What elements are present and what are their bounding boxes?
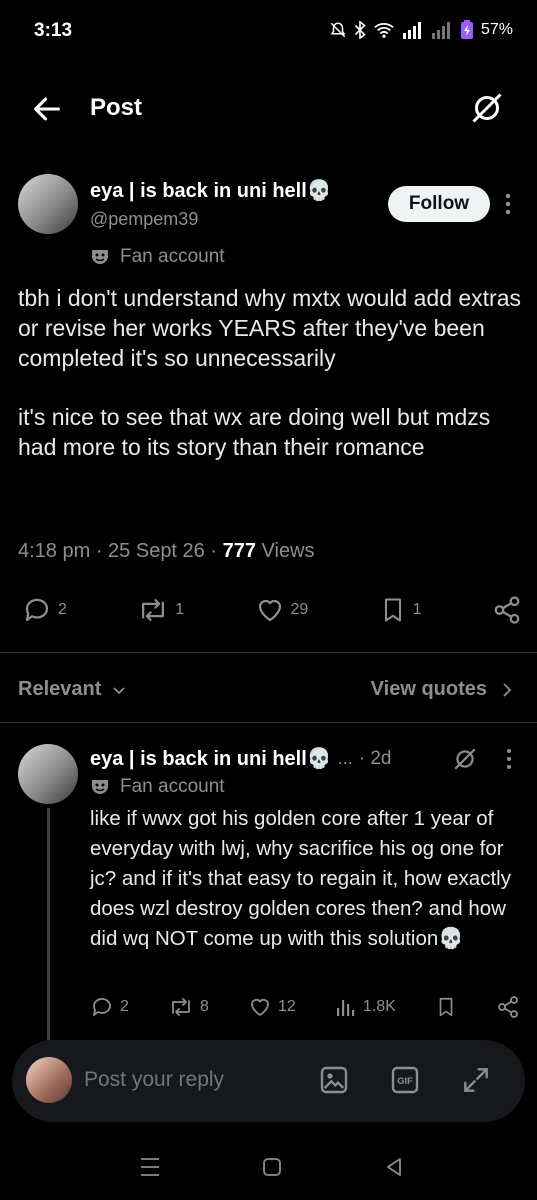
add-gif-button[interactable]: GIF — [389, 1064, 421, 1096]
reply-views-count: 1.8K — [362, 998, 396, 1015]
status-icons: 57% — [329, 20, 513, 40]
reply-like-count: 12 — [278, 998, 296, 1015]
more-icon — [505, 193, 511, 215]
reply-like-button[interactable]: 12 — [248, 995, 296, 1019]
wifi-icon — [374, 23, 394, 38]
reply-actions: 2 8 12 1.8K — [90, 994, 520, 1020]
fan-account-text: Fan account — [120, 246, 225, 267]
thread-line — [47, 808, 50, 1048]
fan-account-label: Fan account — [90, 246, 225, 268]
reply-count: 2 — [58, 601, 67, 618]
reply-fan-account-label: Fan account — [90, 776, 225, 798]
share-icon — [494, 596, 520, 624]
reply-share-button[interactable] — [496, 995, 520, 1019]
like-icon — [251, 998, 269, 1016]
like-count: 29 — [290, 601, 309, 618]
reply-repost-count: 8 — [200, 998, 209, 1015]
grok-button[interactable] — [469, 90, 505, 126]
reply-fan-account-text: Fan account — [120, 776, 225, 797]
nav-back-button[interactable] — [384, 1156, 404, 1178]
reply-time: · 2d — [358, 747, 392, 769]
reply-author-avatar[interactable] — [18, 744, 78, 804]
expand-icon — [464, 1068, 488, 1092]
chevron-down-icon — [113, 686, 126, 694]
divider — [0, 722, 537, 723]
chevron-right-icon — [503, 682, 512, 697]
reply-more-button[interactable] — [502, 746, 516, 772]
reply-button[interactable]: 2 — [22, 595, 67, 625]
bookmark-icon — [384, 598, 401, 622]
svg-text:GIF: GIF — [397, 1076, 413, 1086]
reply-icon — [93, 998, 111, 1016]
like-icon — [258, 599, 281, 622]
back-arrow-icon — [34, 97, 60, 121]
home-icon — [263, 1158, 281, 1176]
more-options-button[interactable] — [500, 190, 516, 218]
post-text: tbh i don't understand why mxtx would ad… — [18, 285, 522, 460]
post-time: 4:18 pm — [18, 540, 91, 562]
reply-icon — [25, 598, 49, 622]
reply-grok-button[interactable] — [452, 746, 478, 772]
repost-icon — [172, 998, 190, 1016]
share-button[interactable] — [492, 595, 522, 625]
relevant-label: Relevant — [18, 678, 102, 700]
reply-author-name[interactable]: eya | is back in uni hell💀 — [90, 746, 332, 771]
nav-recents-button[interactable] — [138, 1156, 162, 1178]
author-name[interactable]: eya | is back in uni hell💀 — [90, 178, 332, 203]
sort-relevant-button[interactable]: Relevant — [18, 678, 127, 701]
fan-mask-icon — [92, 780, 108, 794]
mute-icon — [330, 22, 346, 38]
view-quotes-label: View quotes — [370, 678, 487, 700]
post-date: 25 Sept 26 — [108, 540, 205, 562]
divider — [0, 652, 537, 653]
repost-count: 1 — [175, 601, 185, 618]
back-triangle-icon — [387, 1158, 401, 1176]
compose-avatar — [26, 1057, 72, 1103]
like-button[interactable]: 29 — [255, 595, 309, 625]
repost-button[interactable]: 1 — [137, 595, 184, 625]
more-icon — [507, 749, 511, 769]
fan-mask-icon — [92, 250, 108, 264]
views-icon — [336, 1000, 355, 1016]
bookmark-button[interactable]: 1 — [379, 595, 422, 625]
reply-reply-button[interactable]: 2 — [90, 995, 129, 1019]
bookmark-count: 1 — [412, 601, 422, 618]
reply-views-button[interactable]: 1.8K — [335, 996, 396, 1018]
repost-icon — [142, 599, 165, 621]
reply-header: eya | is back in uni hell💀 ... · 2d — [90, 746, 391, 771]
reply-reply-count: 2 — [120, 998, 129, 1015]
author-handle[interactable]: @pempem39 — [90, 209, 198, 230]
reply-bookmark-button[interactable] — [435, 995, 457, 1019]
nav-home-button[interactable] — [262, 1157, 282, 1177]
follow-button[interactable]: Follow — [388, 186, 490, 222]
reply-repost-button[interactable]: 8 — [168, 995, 209, 1019]
back-button[interactable] — [30, 92, 64, 126]
signal-2-icon — [431, 22, 450, 39]
add-image-button[interactable] — [318, 1064, 350, 1096]
image-icon — [320, 1066, 348, 1094]
bluetooth-icon — [354, 21, 366, 39]
gif-icon: GIF — [391, 1066, 419, 1094]
battery-icon — [460, 20, 473, 39]
bookmark-icon — [439, 997, 453, 1017]
grok-icon — [472, 93, 502, 123]
expand-compose-button[interactable] — [460, 1064, 492, 1096]
page-title: Post — [90, 94, 143, 121]
signal-icon — [402, 22, 421, 39]
grok-icon — [454, 748, 476, 770]
view-quotes-button[interactable]: View quotes — [371, 678, 513, 701]
views-label: Views — [261, 540, 315, 562]
share-icon — [498, 996, 518, 1018]
reply-text: like if wwx got his golden core after 1 … — [90, 807, 517, 950]
author-avatar[interactable] — [18, 174, 78, 234]
post-meta: 4:18 pm · 25 Sept 26 · 777 Views — [18, 540, 315, 562]
reply-handle-truncated: ... — [337, 748, 353, 768]
status-time: 3:13 — [34, 20, 73, 41]
battery-percent: 57% — [480, 21, 513, 38]
views-count[interactable]: 777 — [223, 540, 256, 562]
reply-input[interactable]: Post your reply — [84, 1068, 224, 1092]
recents-icon — [141, 1158, 159, 1176]
post-actions: 2 1 29 1 — [22, 594, 522, 626]
